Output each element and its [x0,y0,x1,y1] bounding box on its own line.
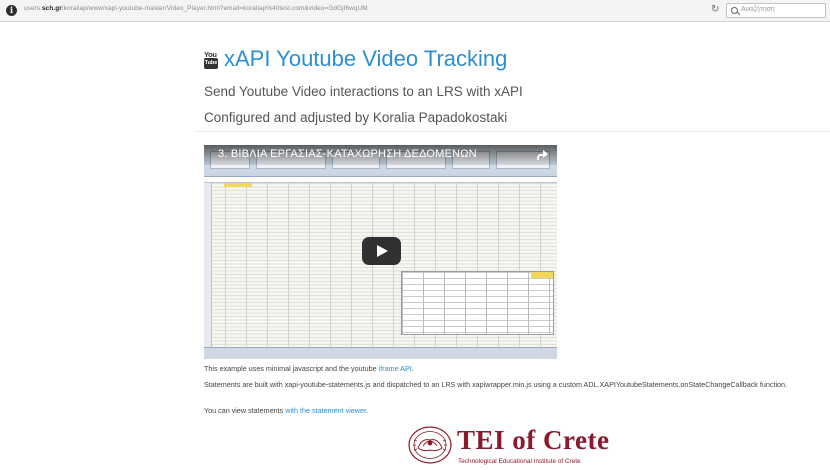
share-icon[interactable] [537,150,548,160]
viewer-text: You can view statements [204,406,286,415]
page-subtitle: Send Youtube Video interactions to an LR… [204,84,523,99]
search-icon [731,7,738,14]
header-divider [196,131,830,132]
logo-tube-text: Tube [204,58,218,69]
tei-logo-subtitle: Technological Educational Institute of C… [458,458,581,465]
statement-viewer-link[interactable]: with the statement viewer [285,406,366,415]
tei-logo-text: TEI of Crete [457,425,610,455]
url-domain: sch.gr [42,5,62,12]
intro-paragraph: This example uses minimal javascript and… [204,364,414,373]
video-frame-table [401,271,554,335]
url-path: /koraliap/www/xapi-youtube-master/Video_… [61,5,368,12]
video-title-bar: 3. ΒΙΒΛΙΑ ΕΡΓΑΣΙΑΣ-ΚΑΤΑΧΩΡΗΣΗ ΔΕΔΟΜΕΝΩΝ [204,145,557,165]
video-player[interactable]: 3. ΒΙΒΛΙΑ ΕΡΓΑΣΙΑΣ-ΚΑΤΑΧΩΡΗΣΗ ΔΕΔΟΜΕΝΩΝ [204,145,557,359]
search-input[interactable]: Αναζήτηση [726,3,826,18]
intro-text: This example uses minimal javascript and… [204,364,379,373]
info-icon[interactable]: i [6,5,17,16]
tei-seal-icon [408,426,452,464]
url-prefix: users. [24,5,43,12]
author-line: Configured and adjusted by Koralia Papad… [204,110,508,125]
search-placeholder: Αναζήτηση [741,6,775,13]
iframe-api-link[interactable]: iframe API [379,364,412,373]
browser-address-bar: i users.sch.gr/koraliap/www/xapi-youtube… [0,0,830,22]
viewer-paragraph: You can view statements with the stateme… [204,406,368,415]
video-title[interactable]: 3. ΒΙΒΛΙΑ ΕΡΓΑΣΙΑΣ-ΚΑΤΑΧΩΡΗΣΗ ΔΕΔΟΜΕΝΩΝ [218,148,477,160]
play-button[interactable] [362,237,401,265]
statements-paragraph: Statements are built with xapi-youtube-s… [204,380,788,389]
url-field[interactable]: users.sch.gr/koraliap/www/xapi-youtube-m… [24,5,368,12]
reload-icon[interactable]: ↻ [711,4,719,16]
youtube-logo-icon: You Tube [204,50,218,69]
page-title: xAPI Youtube Video Tracking [224,46,508,71]
